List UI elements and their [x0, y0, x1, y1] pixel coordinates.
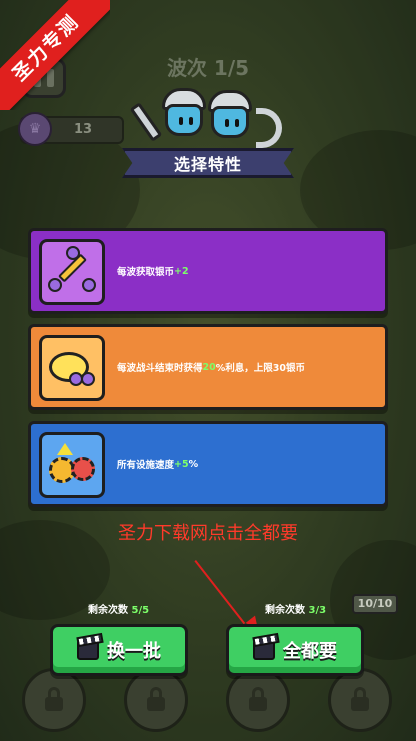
lock-icon	[351, 687, 369, 711]
trait-description: 所有设施速度 +5%	[117, 458, 199, 472]
locked-slot	[124, 668, 188, 732]
trait-card-silver-per-wave[interactable]: 每波获取银币 +2	[28, 228, 388, 314]
corner-ribbon: 圣力专测	[0, 0, 110, 110]
piggy-bank-icon	[39, 335, 105, 401]
locked-slot	[22, 668, 86, 732]
coin-count: 13	[74, 122, 93, 137]
take-all-remaining: 剩余次数 3/3	[265, 605, 327, 616]
refresh-remaining: 剩余次数 5/5	[88, 605, 150, 616]
locked-slot	[328, 668, 392, 732]
locked-slot	[226, 668, 290, 732]
coin-bar: ♛ 13	[18, 112, 124, 146]
hero-knight	[208, 90, 252, 140]
promo-annotation: 圣力下载网点击全都要	[118, 523, 298, 544]
trait-card-interest[interactable]: 每波战斗结束时获得 20 %利息，上限30银币	[28, 324, 388, 410]
take-all-button-label: 全都要	[283, 641, 337, 662]
castle-hp: 10/10	[352, 594, 398, 614]
corner-ribbon-text: 圣力专测	[0, 0, 110, 110]
lock-icon	[249, 687, 267, 711]
take-all-button[interactable]: 全都要	[226, 624, 364, 676]
trait-card-facility-speed[interactable]: 所有设施速度 +5%	[28, 421, 388, 507]
hero-knight	[162, 88, 206, 138]
gears-speed-icon	[39, 432, 105, 498]
lock-icon	[45, 687, 63, 711]
refresh-button[interactable]: 换一批	[50, 624, 188, 676]
hook-icon	[256, 108, 282, 148]
trait-description: 每波战斗结束时获得 20 %利息，上限30银币	[117, 361, 305, 375]
clapperboard-icon	[77, 640, 99, 660]
sword-coin-icon	[39, 239, 105, 305]
lock-icon	[147, 687, 165, 711]
crown-coin-icon: ♛	[18, 112, 52, 146]
dialog-title: 选择特性	[173, 155, 242, 174]
dialog-title-banner: 选择特性	[122, 148, 294, 178]
trait-description: 每波获取银币 +2	[117, 265, 189, 279]
clapperboard-icon	[253, 640, 275, 660]
refresh-button-label: 换一批	[107, 641, 161, 662]
